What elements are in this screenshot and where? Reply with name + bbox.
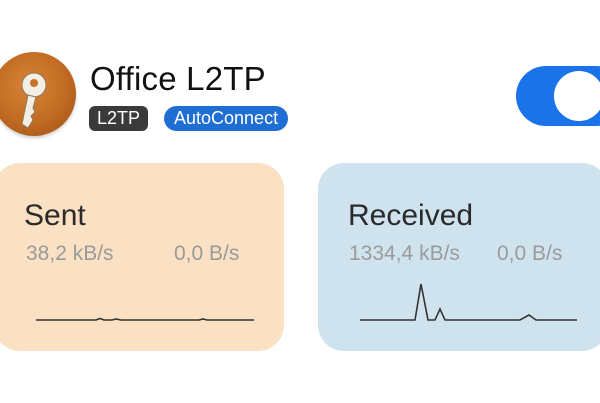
sent-rate-primary: 38,2 kB/s xyxy=(26,242,114,265)
connection-title: Office L2TP xyxy=(90,60,266,97)
protocol-badge: L2TP xyxy=(89,106,149,131)
received-label: Received xyxy=(348,199,474,232)
toggle-knob xyxy=(554,71,600,121)
received-traffic-graph xyxy=(360,283,577,321)
sent-traffic-graph xyxy=(36,317,254,321)
autoconnect-badge: AutoConnect xyxy=(164,106,289,131)
received-rate-secondary: 0,0 B/s xyxy=(497,242,563,265)
sent-label: Sent xyxy=(24,199,86,232)
sent-rate-secondary: 0,0 B/s xyxy=(174,242,240,265)
received-rate-primary: 1334,4 kB/s xyxy=(349,242,460,265)
vpn-connection-screen: Office L2TP L2TP AutoConnect Sent 38,2 k… xyxy=(0,0,600,403)
connection-toggle[interactable] xyxy=(516,66,600,126)
key-icon xyxy=(0,52,76,136)
sent-card: Sent 38,2 kB/s 0,0 B/s xyxy=(0,163,284,351)
received-card: Received 1334,4 kB/s 0,0 B/s xyxy=(318,163,600,351)
